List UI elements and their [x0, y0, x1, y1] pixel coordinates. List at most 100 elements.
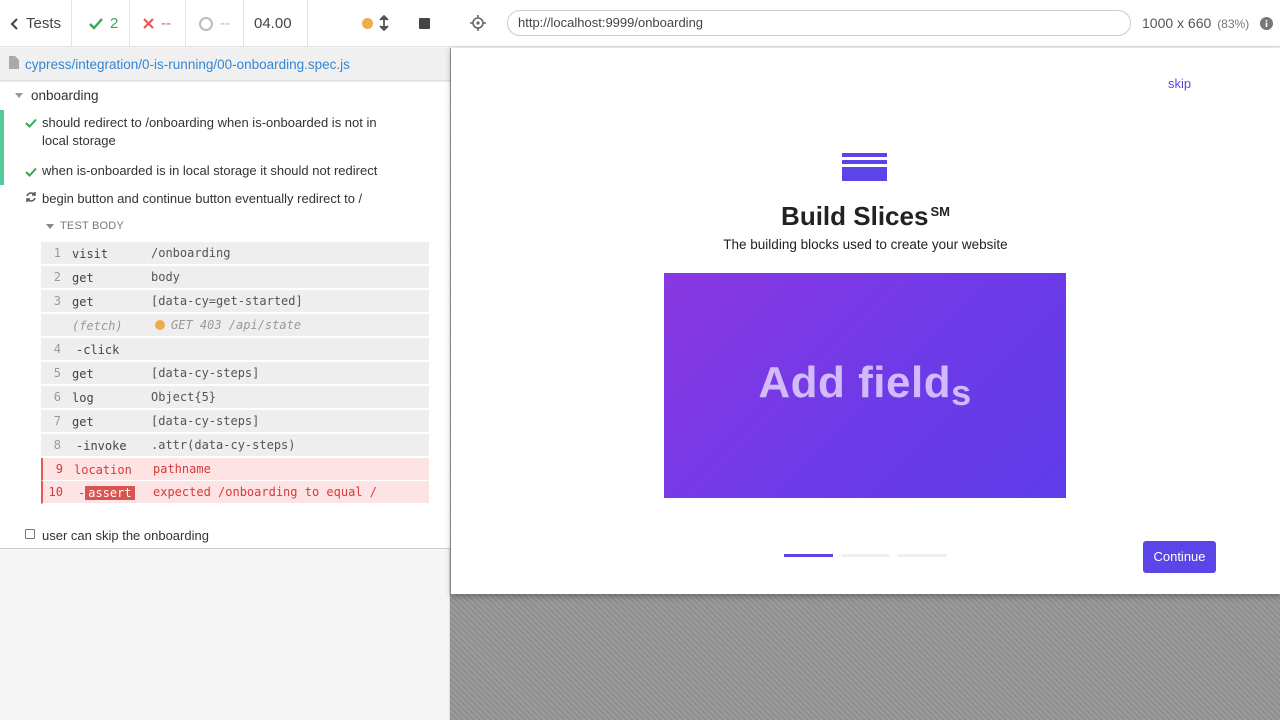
run-controls [308, 0, 450, 47]
info-icon[interactable] [1260, 17, 1273, 33]
continue-button[interactable]: Continue [1143, 541, 1216, 573]
test-title: when is-onboarded is in local storage it… [42, 163, 378, 178]
x-icon [142, 17, 155, 30]
check-icon [88, 17, 104, 31]
command-row[interactable]: 4 -click [41, 338, 429, 361]
command-name: get [72, 295, 94, 309]
tests-label: Tests [26, 15, 62, 32]
command-message: expected /onboarding to equal / [153, 485, 377, 499]
test-body-header[interactable]: TEST BODY [46, 220, 124, 232]
hero-text-tail: s [951, 371, 972, 413]
passed-count: 2 [72, 0, 130, 47]
command-row[interactable]: 1 visit /onboarding [41, 242, 429, 265]
command-message: .attr(data-cy-steps) [151, 438, 296, 452]
service-mark: SM [930, 204, 950, 219]
reporter-panel: Tests 2 -- -- 04.00 cypress/integration/… [0, 0, 450, 720]
page-subtitle: The building blocks used to create your … [723, 237, 1008, 252]
hero-animation: Add fields [664, 273, 1066, 498]
command-name: get [72, 367, 94, 381]
command-row-fetch[interactable]: (fetch) GET 403 /api/state [41, 314, 429, 337]
test-item[interactable]: when is-onboarded is in local storage it… [0, 157, 450, 185]
auto-scroll-icon[interactable] [379, 15, 389, 31]
failed-value: -- [161, 15, 171, 32]
suite-title: onboarding [31, 88, 99, 103]
command-name: - assert [78, 486, 135, 500]
command-row[interactable]: 5 get [data-cy-steps] [41, 362, 429, 385]
hero-text-main: Add field [758, 357, 952, 407]
command-message: pathname [153, 462, 211, 476]
command-row[interactable]: 3 get [data-cy=get-started] [41, 290, 429, 313]
command-message: [data-cy-steps] [151, 366, 260, 380]
assert-badge: assert [85, 486, 135, 500]
back-to-tests-button[interactable]: Tests [0, 0, 72, 47]
suite-onboarding[interactable]: onboarding [15, 88, 99, 103]
step-segment [841, 554, 890, 557]
command-name: log [72, 391, 94, 405]
pending-checkbox-icon [25, 529, 35, 539]
test-body-label: TEST BODY [60, 220, 124, 232]
command-message: body [151, 270, 180, 284]
fetch-message: GET 403 /api/state [171, 318, 302, 332]
slices-icon-bar [842, 153, 887, 157]
viewport-info: 1000 x 660 (83%) [1142, 15, 1249, 31]
command-number: 4 [53, 342, 61, 356]
slices-icon-bar [842, 160, 887, 164]
command-message: /onboarding [151, 246, 231, 260]
command-number: 3 [53, 294, 61, 308]
step-segment [898, 554, 947, 557]
test-item[interactable]: user can skip the onboarding [0, 526, 450, 548]
page-title: Build Slices SM [451, 201, 1280, 232]
passed-value: 2 [110, 15, 119, 32]
spec-bar: cypress/integration/0-is-running/00-onbo… [0, 48, 450, 81]
command-row[interactable]: 7 get [data-cy-steps] [41, 410, 429, 433]
command-name: -click [76, 343, 120, 357]
command-number: 1 [53, 246, 61, 260]
skip-link[interactable]: skip [1168, 76, 1191, 91]
check-icon [25, 165, 37, 180]
caret-down-icon [46, 223, 54, 229]
command-name: visit [72, 247, 109, 261]
command-number: 8 [53, 438, 61, 452]
viewport-size: 1000 x 660 [1142, 15, 1212, 31]
refresh-icon [25, 191, 37, 206]
check-icon [25, 116, 37, 131]
command-number: 9 [55, 462, 63, 476]
test-item[interactable]: should redirect to /onboarding when is-o… [0, 110, 450, 157]
aut-header: http://localhost:9999/onboarding 1000 x … [450, 0, 1280, 47]
test-item-running[interactable]: begin button and continue button eventua… [0, 187, 450, 212]
stop-icon[interactable] [419, 18, 430, 29]
command-name: get [72, 271, 94, 285]
circle-icon [198, 16, 214, 32]
url-bar[interactable]: http://localhost:9999/onboarding [507, 10, 1131, 36]
pending-value: -- [220, 15, 230, 32]
failed-count: -- [130, 0, 186, 47]
command-message: GET 403 /api/state [155, 318, 301, 332]
command-row-error[interactable]: 10 - assert expected /onboarding to equal… [41, 481, 429, 504]
status-dot-icon [362, 18, 373, 29]
command-message: [data-cy-steps] [151, 414, 260, 428]
crosshair-icon[interactable] [470, 15, 486, 34]
hero-text: Add fields [758, 358, 971, 414]
command-number: 7 [53, 414, 61, 428]
command-message: Object{5} [151, 390, 217, 404]
pending-count: -- [186, 0, 244, 47]
command-name: (fetch) [72, 319, 123, 333]
slices-icon [842, 153, 887, 181]
command-row-error[interactable]: 9 location pathname [41, 458, 429, 481]
command-row[interactable]: 8 -invoke .attr(data-cy-steps) [41, 434, 429, 457]
chevron-left-icon [10, 17, 20, 31]
command-name: location [74, 463, 132, 477]
app-under-test: skip Build Slices SM The building blocks … [451, 48, 1280, 594]
command-row[interactable]: 6 log Object{5} [41, 386, 429, 409]
passed-indicator [0, 110, 4, 157]
page-title-text: Build Slices [781, 201, 929, 231]
slices-icon-bar [842, 167, 887, 181]
spec-path-link[interactable]: cypress/integration/0-is-running/00-onbo… [25, 57, 350, 72]
command-row[interactable]: 2 get body [41, 266, 429, 289]
aut-iframe-container: skip Build Slices SM The building blocks … [450, 48, 1280, 720]
test-title: should redirect to /onboarding when is-o… [42, 115, 377, 148]
duration: 04.00 [244, 0, 308, 47]
command-number: 10 [48, 485, 63, 499]
command-number: 6 [53, 390, 61, 404]
step-indicator [784, 554, 947, 557]
